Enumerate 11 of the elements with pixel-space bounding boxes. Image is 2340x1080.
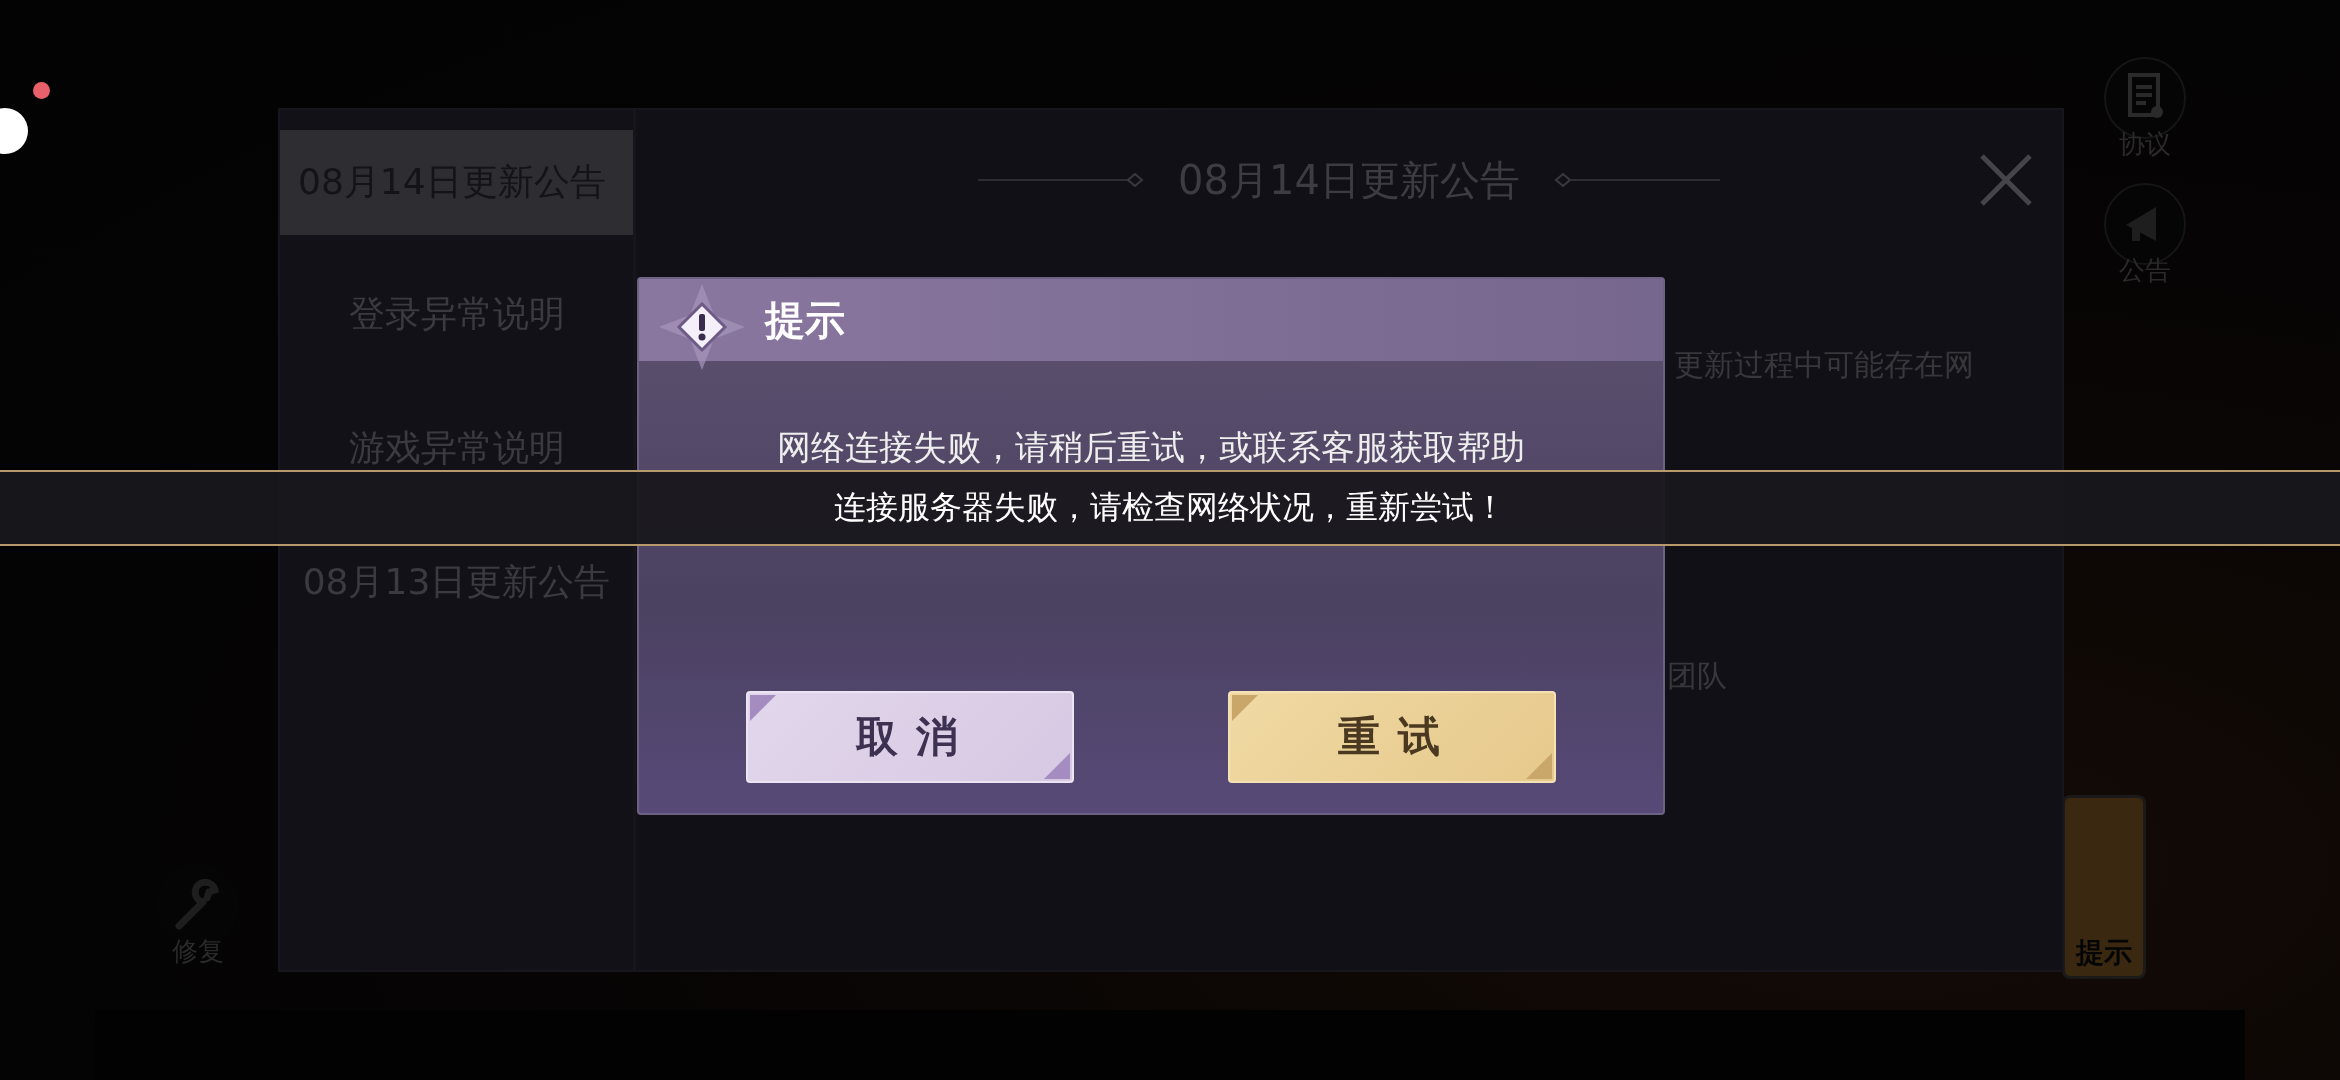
dialog-title: 提示: [765, 295, 845, 345]
corner-ornament-icon: [1526, 753, 1552, 779]
corner-ornament-icon: [1232, 695, 1258, 721]
dialog-message: 网络连接失败，请稍后重试，或联系客服获取帮助: [776, 426, 1526, 469]
corner-ornament-icon: [750, 695, 776, 721]
notification-dot-icon: [33, 82, 50, 99]
cancel-button[interactable]: 取消: [746, 691, 1074, 783]
corner-ornament-icon: [1044, 753, 1070, 779]
warning-icon: [659, 284, 745, 370]
toast-message: 连接服务器失败，请检查网络状况，重新尝试！: [834, 487, 1506, 528]
retry-button[interactable]: 重试: [1228, 691, 1556, 783]
